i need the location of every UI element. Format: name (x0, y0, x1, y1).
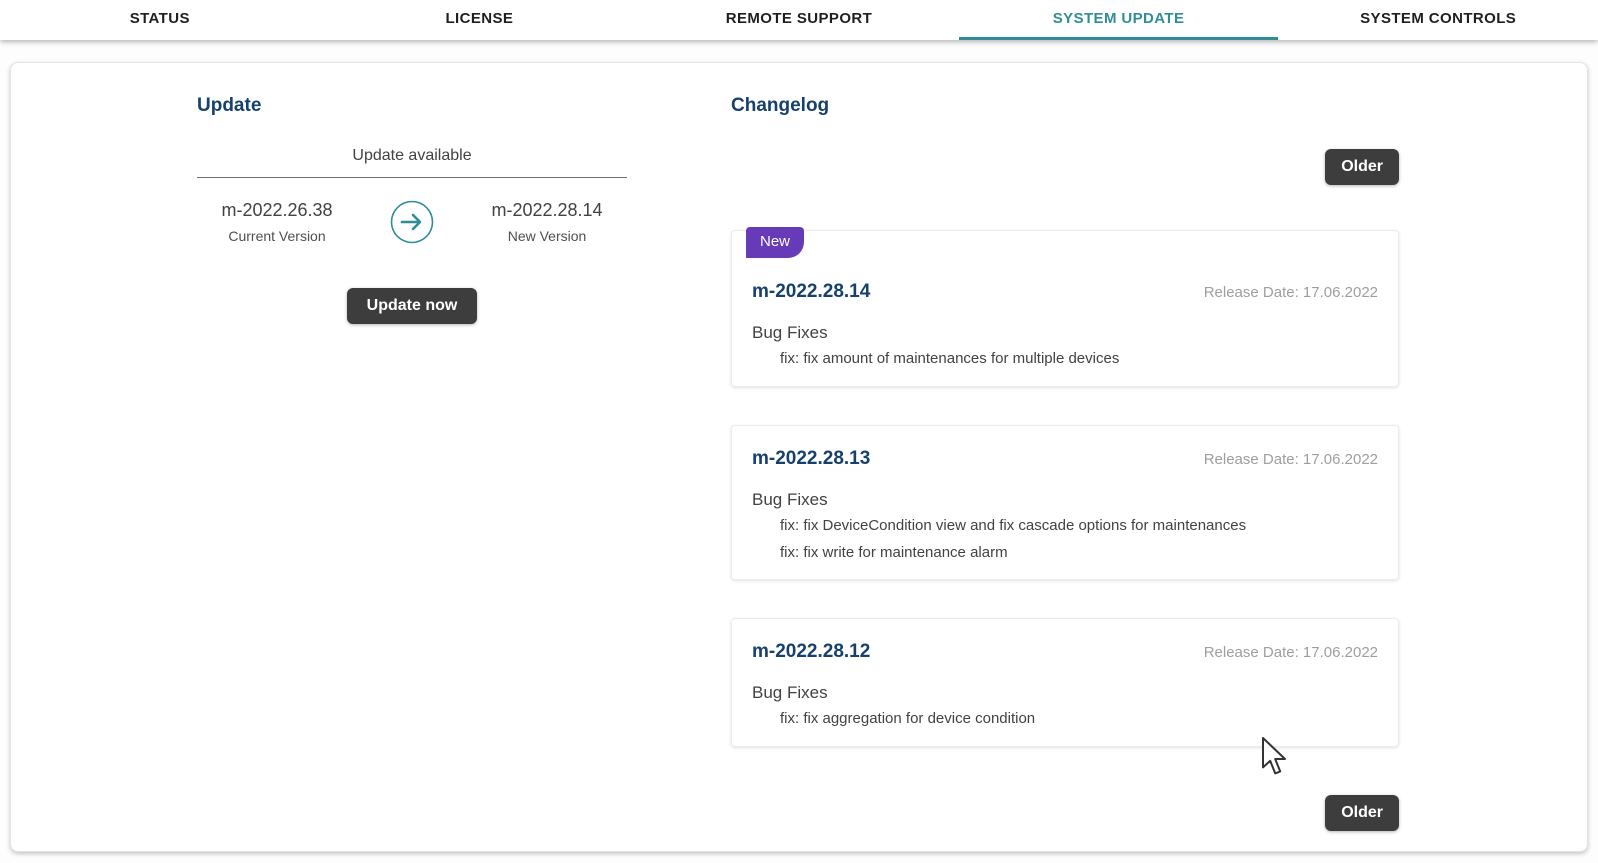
update-status-text: Update available (197, 147, 627, 178)
older-button-bottom[interactable]: Older (1325, 795, 1399, 831)
new-version-label: New Version (467, 228, 627, 244)
release-card: m-2022.28.12 Release Date: 17.06.2022 Bu… (731, 618, 1399, 747)
fix-item: fix: fix amount of maintenances for mult… (780, 348, 1378, 370)
release-version: m-2022.28.12 (752, 641, 870, 663)
tab-system-update[interactable]: SYSTEM UPDATE (959, 0, 1279, 40)
update-now-button[interactable]: Update now (347, 288, 478, 324)
fix-item: fix: fix write for maintenance alarm (780, 542, 1378, 564)
current-version-block: m-2022.26.38 Current Version (197, 200, 357, 244)
fix-section-title: Bug Fixes (752, 323, 1378, 343)
system-update-panel: Update Update available m-2022.26.38 Cur… (10, 62, 1588, 852)
release-version: m-2022.28.13 (752, 448, 870, 470)
update-section: Update Update available m-2022.26.38 Cur… (11, 63, 721, 851)
current-version-value: m-2022.26.38 (197, 200, 357, 221)
release-card: m-2022.28.13 Release Date: 17.06.2022 Bu… (731, 425, 1399, 581)
update-box: Update available m-2022.26.38 Current Ve… (197, 147, 627, 324)
new-version-value: m-2022.28.14 (467, 200, 627, 221)
new-badge: New (746, 227, 804, 258)
fix-item: fix: fix aggregation for device conditio… (780, 708, 1378, 730)
fix-section-title: Bug Fixes (752, 683, 1378, 703)
top-tab-bar: STATUS LICENSE REMOTE SUPPORT SYSTEM UPD… (0, 0, 1598, 40)
new-version-block: m-2022.28.14 New Version (467, 200, 627, 244)
release-version: m-2022.28.14 (752, 281, 870, 303)
current-version-label: Current Version (197, 228, 357, 244)
versions-row: m-2022.26.38 Current Version m-2022.28.1… (197, 200, 627, 244)
tab-remote-support[interactable]: REMOTE SUPPORT (639, 0, 959, 40)
changelog-heading: Changelog (731, 95, 1399, 117)
update-heading: Update (197, 95, 721, 117)
tab-system-controls[interactable]: SYSTEM CONTROLS (1278, 0, 1598, 40)
release-date: Release Date: 17.06.2022 (1204, 284, 1378, 301)
release-date: Release Date: 17.06.2022 (1204, 644, 1378, 661)
tab-status[interactable]: STATUS (0, 0, 320, 40)
fix-section-title: Bug Fixes (752, 490, 1378, 510)
fix-item: fix: fix DeviceCondition view and fix ca… (780, 515, 1378, 537)
changelog-section: Changelog Older New m-2022.28.14 Release… (721, 63, 1587, 851)
older-button-top[interactable]: Older (1325, 149, 1399, 185)
arrow-right-circle-icon (390, 200, 434, 244)
release-date: Release Date: 17.06.2022 (1204, 451, 1378, 468)
release-card: New m-2022.28.14 Release Date: 17.06.202… (731, 230, 1399, 387)
tab-license[interactable]: LICENSE (320, 0, 640, 40)
